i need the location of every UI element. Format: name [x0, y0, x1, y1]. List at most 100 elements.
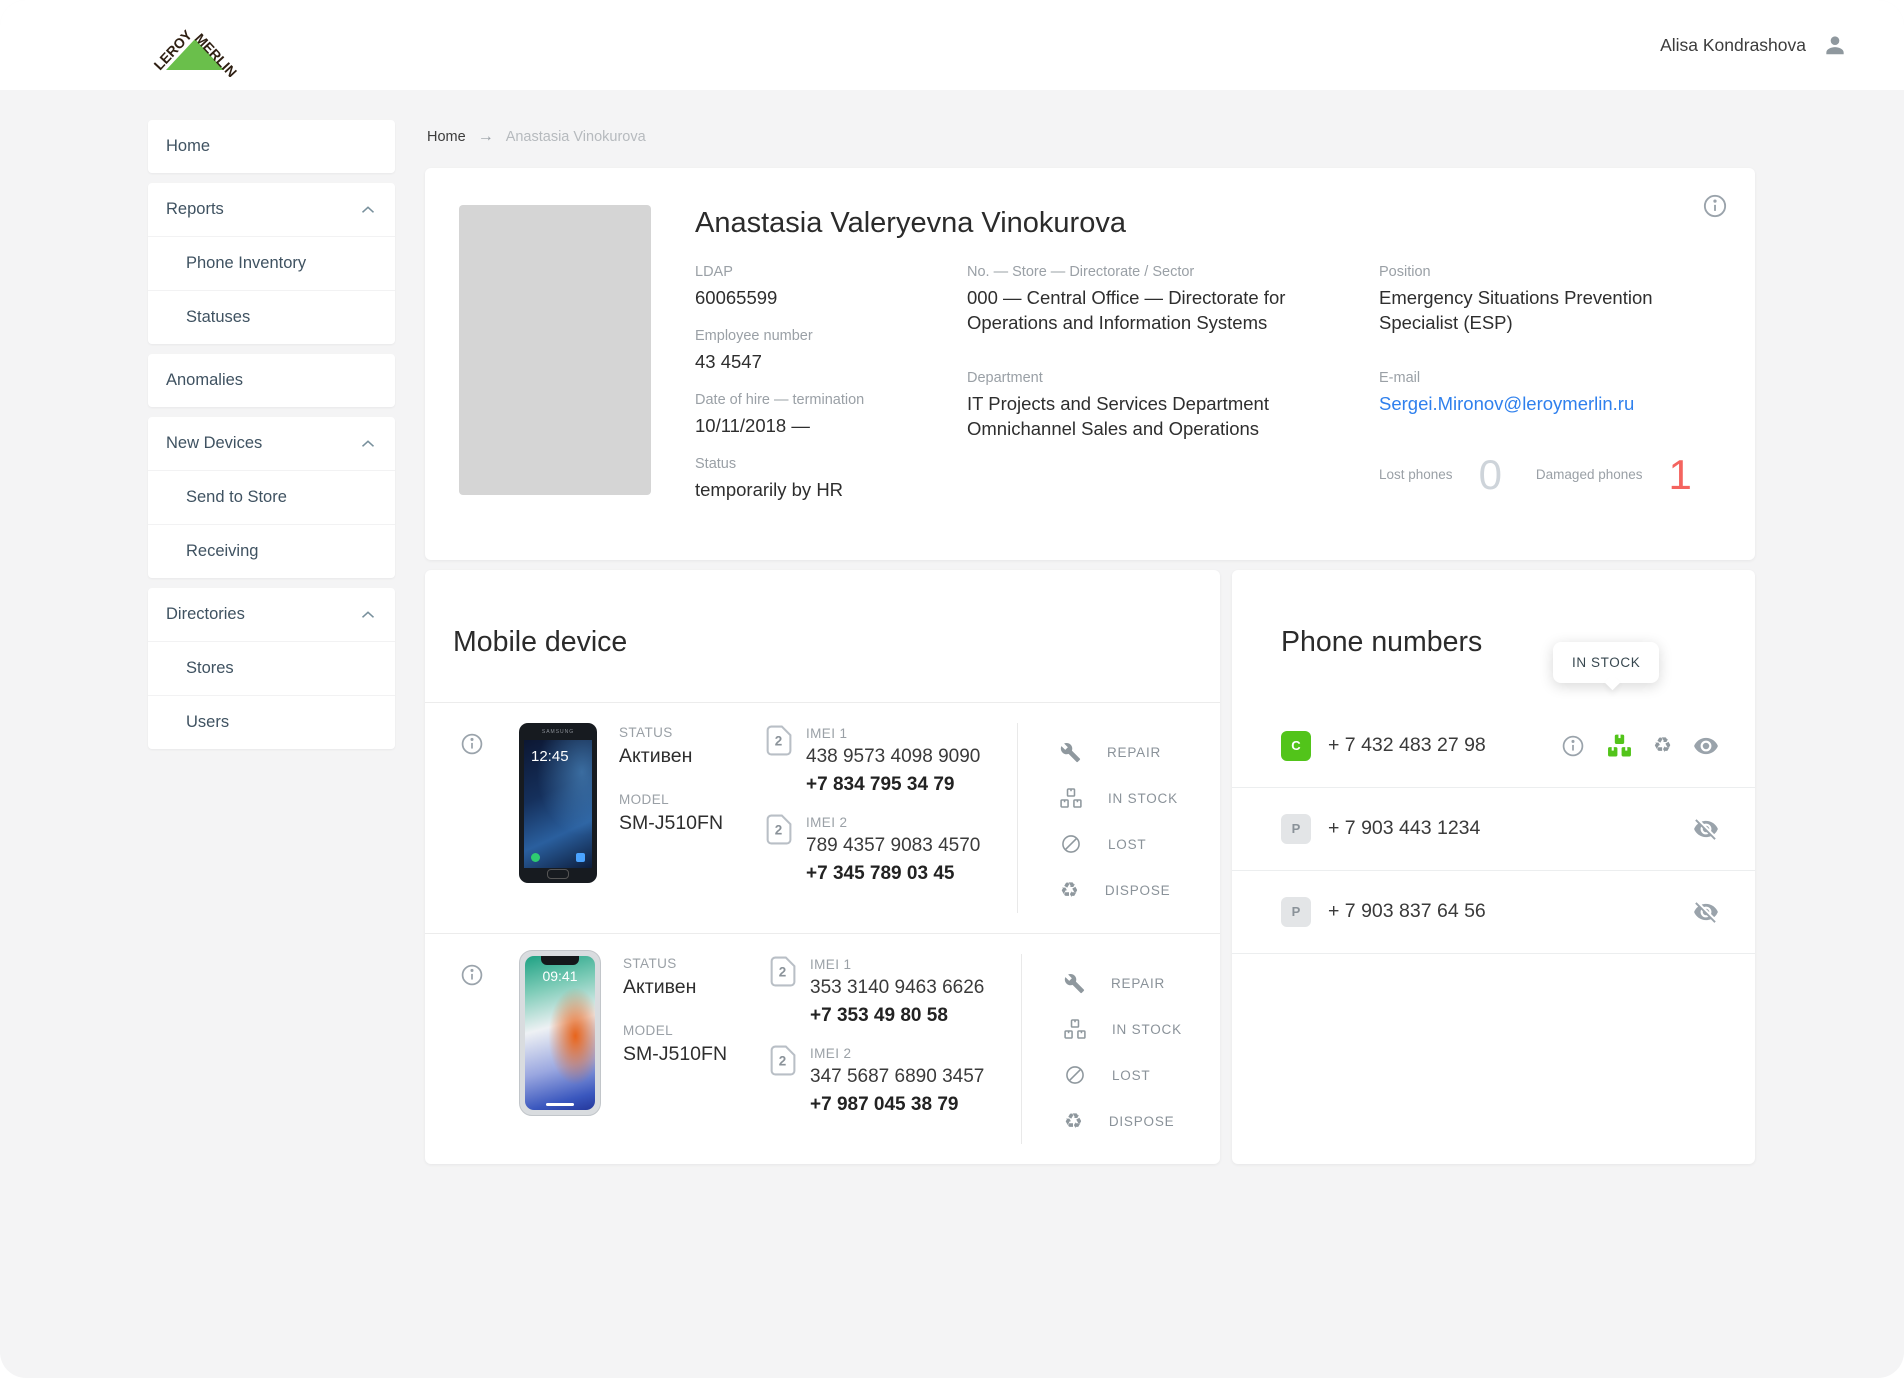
dispose-button[interactable]: ♻ DISPOSE	[1064, 1098, 1220, 1144]
device-model: SM-J510FN	[623, 1043, 769, 1066]
device-screen-time: 09:41	[525, 968, 595, 984]
department-field: Department IT Projects and Services Depa…	[967, 370, 1317, 442]
phone-counters: Lost phones 0 Damaged phones 1	[1379, 451, 1715, 499]
imei2-value: 789 4357 9083 4570	[806, 835, 980, 857]
sidebar-item-statuses[interactable]: Statuses	[148, 290, 395, 344]
svg-text:2: 2	[775, 823, 782, 838]
sidebar: Home Reports Phone Inventory Statuses	[148, 120, 395, 749]
repair-button[interactable]: REPAIR	[1064, 960, 1220, 1006]
profile-column-org: No. — Store — Directorate / Sector 000 —…	[967, 264, 1379, 520]
info-icon[interactable]	[459, 731, 485, 913]
corporate-badge: C	[1281, 731, 1311, 761]
sim-card-icon: 2	[765, 725, 792, 796]
ban-icon	[1060, 833, 1082, 855]
user-menu[interactable]: Alisa Kondrashova	[1660, 32, 1848, 58]
hire-date-field: Date of hire — termination 10/11/2018 —	[695, 392, 967, 439]
info-icon[interactable]	[459, 962, 485, 1144]
imei1-block: 2 IMEI 1 353 3140 9463 6626 +7 353 49 80…	[769, 956, 1021, 1027]
ban-icon	[1064, 1064, 1086, 1086]
sim1-phone-number: +7 834 795 34 79	[806, 774, 980, 796]
profile-column-ids: LDAP 60065599 Employee number 43 4547 Da…	[695, 264, 967, 520]
page-title: Anastasia Valeryevna Vinokurova	[695, 207, 1715, 240]
imei1-block: 2 IMEI 1 438 9573 4098 9090 +7 834 795 3…	[765, 725, 1017, 796]
in-stock-button[interactable]: IN STOCK	[1060, 775, 1220, 821]
nav-group-anomalies: Anomalies	[148, 354, 395, 407]
leroymerlin-logo[interactable]: LEROY MERLIN	[150, 13, 240, 77]
arrow-right-icon: →	[478, 128, 494, 146]
content-layout: Home Reports Phone Inventory Statuses	[0, 90, 1904, 1204]
top-bar: LEROY MERLIN Alisa Kondrashova	[0, 0, 1904, 90]
sidebar-item-reports[interactable]: Reports	[148, 183, 395, 236]
info-icon[interactable]	[1701, 192, 1729, 220]
sim1-phone-number: +7 353 49 80 58	[810, 1005, 984, 1027]
repair-button[interactable]: REPAIR	[1060, 729, 1220, 775]
svg-text:2: 2	[779, 965, 786, 980]
in-stock-tooltip: IN STOCK	[1553, 642, 1659, 683]
breadcrumb-current: Anastasia Vinokurova	[506, 129, 646, 145]
employee-photo-placeholder	[459, 205, 651, 520]
imei1-value: 353 3140 9463 6626	[810, 977, 984, 999]
main-content: Home → Anastasia Vinokurova Anastasia Va…	[425, 126, 1755, 1164]
sidebar-item-phone-inventory[interactable]: Phone Inventory	[148, 236, 395, 290]
ldap-field: LDAP 60065599	[695, 264, 967, 311]
imei2-value: 347 5687 6890 3457	[810, 1066, 984, 1088]
imei2-block: 2 IMEI 2 347 5687 6890 3457 +7 987 045 3…	[769, 1045, 1021, 1116]
breadcrumb: Home → Anastasia Vinokurova	[427, 128, 1755, 146]
phone-number: + 7 903 837 64 56	[1328, 900, 1693, 923]
mobile-device-card: Mobile device SAMSUNG 12:45	[425, 570, 1220, 1164]
recycle-icon[interactable]: ♻	[1653, 735, 1672, 756]
sidebar-item-users[interactable]: Users	[148, 695, 395, 749]
device-actions: REPAIR	[1021, 954, 1220, 1144]
sidebar-item-label: Anomalies	[166, 371, 243, 390]
status-field: Status temporarily by HR	[695, 456, 967, 503]
sidebar-item-home[interactable]: Home	[148, 120, 395, 173]
lost-button[interactable]: LOST	[1060, 821, 1220, 867]
user-avatar-icon[interactable]	[1822, 32, 1848, 58]
sidebar-item-receiving[interactable]: Receiving	[148, 524, 395, 578]
sidebar-item-send-to-store[interactable]: Send to Store	[148, 470, 395, 524]
lost-button[interactable]: LOST	[1064, 1052, 1220, 1098]
phone-number: + 7 432 483 27 98	[1328, 734, 1560, 757]
profile-body: Anastasia Valeryevna Vinokurova LDAP 600…	[695, 205, 1715, 520]
eye-off-icon[interactable]	[1693, 899, 1719, 925]
nav-group-directories: Directories Stores Users	[148, 588, 395, 749]
dispose-button[interactable]: ♻ DISPOSE	[1060, 867, 1220, 913]
device-imei-column: 2 IMEI 1 438 9573 4098 9090 +7 834 795 3…	[765, 723, 1017, 913]
sidebar-item-anomalies[interactable]: Anomalies	[148, 354, 395, 407]
nav-group-home: Home	[148, 120, 395, 173]
sidebar-item-label: Statuses	[186, 308, 250, 327]
svg-text:2: 2	[779, 1054, 786, 1069]
sim-card-icon: 2	[769, 1045, 796, 1116]
chevron-up-icon	[357, 199, 379, 221]
sidebar-item-label: New Devices	[166, 434, 262, 453]
eye-off-icon[interactable]	[1693, 816, 1719, 842]
employee-profile-card: Anastasia Valeryevna Vinokurova LDAP 600…	[425, 168, 1755, 560]
recycle-icon: ♻	[1064, 1111, 1083, 1132]
stock-boxes-icon	[1060, 787, 1082, 809]
sidebar-item-new-devices[interactable]: New Devices	[148, 417, 395, 470]
info-icon[interactable]	[1560, 733, 1586, 759]
sidebar-item-directories[interactable]: Directories	[148, 588, 395, 641]
phone-numbers-list: C + 7 432 483 27 98	[1232, 705, 1755, 954]
app-window: LEROY MERLIN Alisa Kondrashova Home	[0, 0, 1904, 1378]
sidebar-item-stores[interactable]: Stores	[148, 641, 395, 695]
sidebar-item-label: Home	[166, 137, 210, 156]
profile-column-position: Position Emergency Situations Prevention…	[1379, 264, 1715, 520]
lower-cards-row: Mobile device SAMSUNG 12:45	[425, 570, 1755, 1164]
sidebar-item-label: Reports	[166, 200, 224, 219]
imei2-block: 2 IMEI 2 789 4357 9083 4570 +7 345 789 0…	[765, 814, 1017, 885]
sidebar-item-label: Stores	[186, 659, 234, 678]
phone-numbers-card: Phone numbers IN STOCK C + 7 432 483 27 …	[1232, 570, 1755, 1164]
email-link[interactable]: Sergei.Mironov@leroymerlin.ru	[1379, 392, 1709, 417]
sidebar-item-label: Receiving	[186, 542, 258, 561]
in-stock-icon[interactable]	[1607, 733, 1632, 758]
eye-icon[interactable]	[1693, 733, 1719, 759]
sim-card-icon: 2	[769, 956, 796, 1027]
device-status-column: STATUS Активен MODEL SM-J510FN	[619, 723, 765, 913]
svg-text:2: 2	[775, 734, 782, 749]
sidebar-item-label: Phone Inventory	[186, 254, 306, 273]
breadcrumb-home[interactable]: Home	[427, 129, 466, 145]
device-actions: REPAIR	[1017, 723, 1220, 913]
in-stock-button[interactable]: IN STOCK	[1064, 1006, 1220, 1052]
wrench-icon	[1064, 973, 1085, 994]
